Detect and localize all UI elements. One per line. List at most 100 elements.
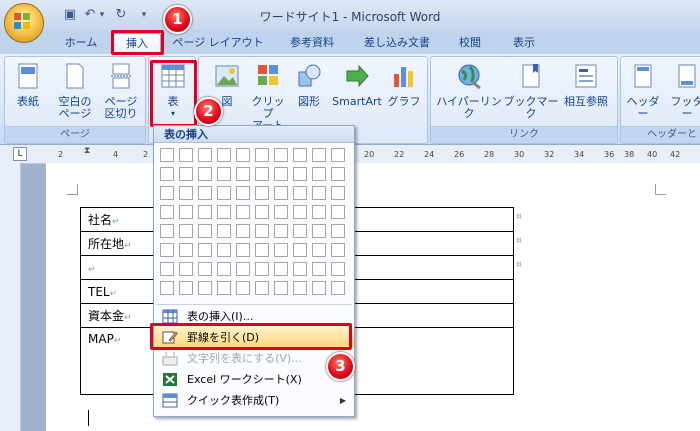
menu-item-excel-worksheet[interactable]: Excel ワークシート(X) bbox=[154, 369, 354, 390]
tab-view[interactable]: 表示 bbox=[502, 33, 546, 53]
grid-cell[interactable] bbox=[274, 224, 288, 238]
indent-marker-icon[interactable]: ⧗ bbox=[84, 146, 92, 163]
grid-cell[interactable] bbox=[198, 148, 212, 162]
grid-cell[interactable] bbox=[312, 186, 326, 200]
grid-cell[interactable] bbox=[217, 224, 231, 238]
tab-page-layout[interactable]: ページ レイアウト bbox=[168, 33, 268, 53]
grid-cell[interactable] bbox=[198, 186, 212, 200]
grid-cell[interactable] bbox=[255, 243, 269, 257]
grid-cell[interactable] bbox=[312, 281, 326, 295]
grid-cell[interactable] bbox=[236, 167, 250, 181]
clip-art-button[interactable]: クリップ アート bbox=[248, 62, 288, 132]
grid-cell[interactable] bbox=[179, 224, 193, 238]
chart-button[interactable]: グラフ bbox=[386, 62, 422, 108]
grid-cell[interactable] bbox=[198, 167, 212, 181]
grid-cell[interactable] bbox=[236, 281, 250, 295]
grid-cell[interactable] bbox=[236, 224, 250, 238]
tab-home[interactable]: ホーム bbox=[57, 33, 105, 53]
footer-button[interactable]: フッター bbox=[666, 62, 700, 120]
grid-cell[interactable] bbox=[255, 224, 269, 238]
grid-cell[interactable] bbox=[179, 148, 193, 162]
menu-item-quick-tables[interactable]: クイック表作成(T) ▶ bbox=[154, 390, 354, 411]
grid-cell[interactable] bbox=[293, 262, 307, 276]
grid-cell[interactable] bbox=[312, 205, 326, 219]
header-button[interactable]: ヘッダー bbox=[622, 62, 664, 120]
grid-cell[interactable] bbox=[312, 243, 326, 257]
grid-cell[interactable] bbox=[217, 262, 231, 276]
grid-cell[interactable] bbox=[274, 186, 288, 200]
grid-cell[interactable] bbox=[255, 262, 269, 276]
grid-cell[interactable] bbox=[160, 186, 174, 200]
grid-cell[interactable] bbox=[255, 148, 269, 162]
grid-cell[interactable] bbox=[236, 205, 250, 219]
grid-cell[interactable] bbox=[331, 148, 345, 162]
vertical-ruler[interactable] bbox=[0, 163, 21, 431]
grid-cell[interactable] bbox=[274, 281, 288, 295]
grid-cell[interactable] bbox=[236, 148, 250, 162]
grid-cell[interactable] bbox=[312, 148, 326, 162]
grid-cell[interactable] bbox=[217, 186, 231, 200]
grid-cell[interactable] bbox=[198, 281, 212, 295]
grid-cell[interactable] bbox=[312, 262, 326, 276]
grid-cell[interactable] bbox=[198, 205, 212, 219]
grid-cell[interactable] bbox=[312, 224, 326, 238]
bookmark-button[interactable]: ブックマーク bbox=[503, 62, 559, 120]
grid-cell[interactable] bbox=[160, 281, 174, 295]
grid-cell[interactable] bbox=[331, 243, 345, 257]
grid-cell[interactable] bbox=[293, 224, 307, 238]
shapes-button[interactable]: 図形 bbox=[292, 62, 326, 108]
grid-cell[interactable] bbox=[255, 281, 269, 295]
grid-cell[interactable] bbox=[293, 205, 307, 219]
grid-cell[interactable] bbox=[293, 186, 307, 200]
grid-cell[interactable] bbox=[198, 224, 212, 238]
grid-cell[interactable] bbox=[331, 281, 345, 295]
grid-cell[interactable] bbox=[274, 167, 288, 181]
grid-cell[interactable] bbox=[160, 205, 174, 219]
grid-cell[interactable] bbox=[160, 224, 174, 238]
grid-cell[interactable] bbox=[236, 262, 250, 276]
grid-cell[interactable] bbox=[331, 167, 345, 181]
grid-cell[interactable] bbox=[160, 262, 174, 276]
grid-cell[interactable] bbox=[160, 243, 174, 257]
grid-cell[interactable] bbox=[198, 243, 212, 257]
grid-cell[interactable] bbox=[179, 243, 193, 257]
grid-cell[interactable] bbox=[274, 262, 288, 276]
grid-cell[interactable] bbox=[217, 281, 231, 295]
tab-review[interactable]: 校閲 bbox=[450, 33, 490, 53]
grid-cell[interactable] bbox=[331, 205, 345, 219]
grid-cell[interactable] bbox=[331, 262, 345, 276]
cross-reference-button[interactable]: 相互参照 bbox=[560, 62, 612, 108]
tab-mailings[interactable]: 差し込み文書 bbox=[356, 33, 438, 53]
grid-cell[interactable] bbox=[331, 224, 345, 238]
grid-cell[interactable] bbox=[236, 186, 250, 200]
grid-cell[interactable] bbox=[179, 262, 193, 276]
grid-cell[interactable] bbox=[293, 281, 307, 295]
tab-references[interactable]: 参考資料 bbox=[280, 33, 344, 53]
menu-item-convert-text[interactable]: 文字列を表にする(V)... bbox=[154, 348, 354, 369]
grid-cell[interactable] bbox=[217, 243, 231, 257]
grid-cell[interactable] bbox=[255, 167, 269, 181]
smartart-button[interactable]: SmartArt bbox=[330, 62, 384, 108]
grid-cell[interactable] bbox=[198, 262, 212, 276]
grid-cell[interactable] bbox=[217, 148, 231, 162]
grid-cell[interactable] bbox=[293, 167, 307, 181]
grid-cell[interactable] bbox=[236, 243, 250, 257]
hyperlink-button[interactable]: ハイパーリンク bbox=[434, 62, 504, 120]
grid-cell[interactable] bbox=[217, 167, 231, 181]
grid-cell[interactable] bbox=[179, 186, 193, 200]
grid-cell[interactable] bbox=[255, 186, 269, 200]
grid-cell[interactable] bbox=[293, 243, 307, 257]
grid-cell[interactable] bbox=[274, 148, 288, 162]
grid-cell[interactable] bbox=[255, 205, 269, 219]
grid-cell[interactable] bbox=[274, 205, 288, 219]
grid-cell[interactable] bbox=[160, 148, 174, 162]
grid-cell[interactable] bbox=[179, 205, 193, 219]
grid-cell[interactable] bbox=[331, 186, 345, 200]
grid-cell[interactable] bbox=[160, 167, 174, 181]
table-size-grid[interactable] bbox=[160, 148, 350, 302]
blank-page-button[interactable]: 空白の ページ bbox=[52, 62, 98, 120]
page-break-button[interactable]: ページ 区切り bbox=[100, 62, 142, 120]
grid-cell[interactable] bbox=[179, 167, 193, 181]
grid-cell[interactable] bbox=[217, 205, 231, 219]
grid-cell[interactable] bbox=[274, 243, 288, 257]
